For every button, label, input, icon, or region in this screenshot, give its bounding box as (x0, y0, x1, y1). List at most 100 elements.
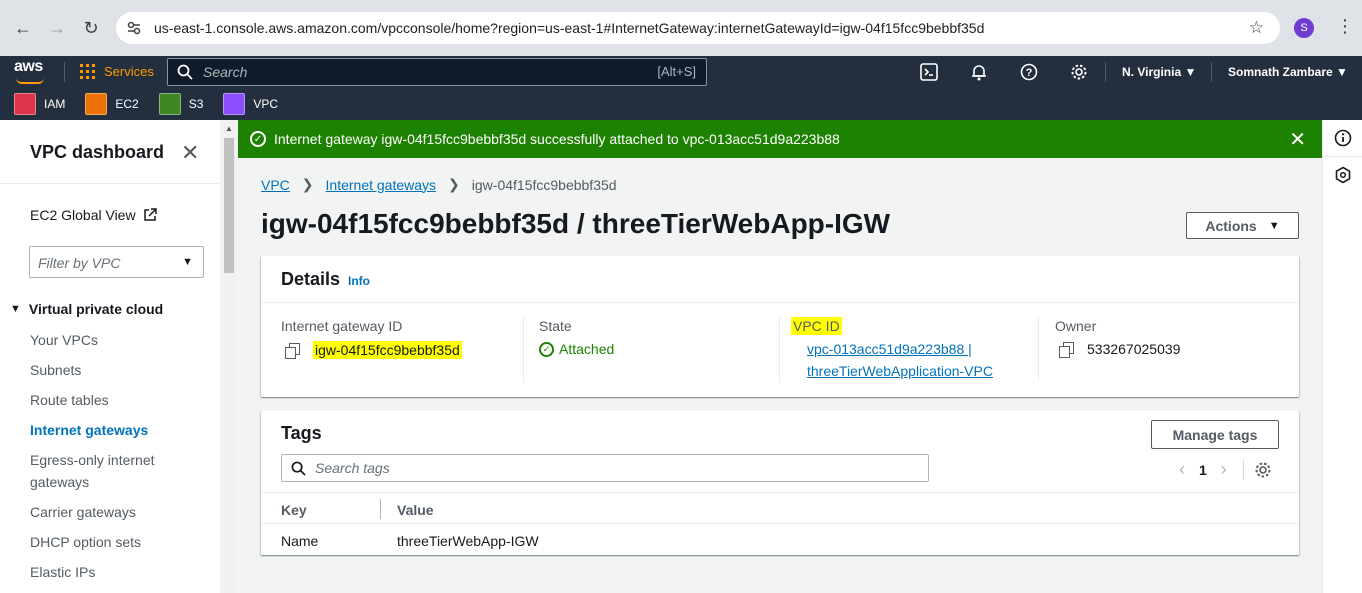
aws-smile-icon (16, 78, 44, 84)
cloudshell-icon[interactable] (919, 62, 939, 82)
page-title: igw-04f15fcc9bebbf35d / threeTierWebApp-… (261, 208, 891, 239)
aws-top-nav: aws Services Search [Alt+S] ? N. Virgini… (0, 56, 1362, 88)
back-icon[interactable]: ← (12, 17, 34, 39)
search-icon (177, 64, 193, 80)
vpc-id-link-line2[interactable]: threeTierWebApplication-VPC (807, 360, 993, 382)
details-panel: Details Info Internet gateway ID igw-04f… (261, 256, 1299, 397)
services-menu[interactable]: Services (80, 64, 154, 79)
sidebar-item-route-tables[interactable]: Route tables (30, 389, 109, 411)
column-resizer[interactable] (380, 499, 381, 519)
sidebar-title[interactable]: VPC dashboard (30, 142, 164, 163)
ec2-global-view-link[interactable]: EC2 Global View (30, 207, 158, 223)
column-header-key[interactable]: Key (281, 502, 307, 518)
nav-divider (64, 62, 65, 82)
s3-service-icon (158, 93, 181, 115)
ec2-service-icon (85, 93, 108, 115)
nav-divider (1211, 62, 1212, 82)
table-settings-icon[interactable] (1254, 461, 1272, 479)
sidebar-item-egress-only-internet-gateways[interactable]: Egress-only internet gateways (30, 449, 180, 493)
column-header-value[interactable]: Value (397, 502, 434, 518)
favorite-s3[interactable]: S3 (158, 93, 204, 115)
dismiss-icon[interactable]: ✕ (1289, 127, 1306, 152)
vpc-id-label-wrap: VPC ID (791, 317, 993, 335)
chevron-down-icon: ▼ (182, 256, 193, 268)
forward-icon[interactable]: → (46, 17, 68, 39)
favorite-vpc[interactable]: VPC (223, 93, 278, 115)
vpc-filter-select[interactable]: Filter by VPC ▼ (29, 246, 204, 278)
chevron-right-icon[interactable]: › (1221, 459, 1227, 480)
tags-panel: Tags Manage tags Search tags ‹ 1 › Key V… (261, 411, 1299, 555)
state-status: ✓ Attached (539, 341, 614, 357)
scrollbar-thumb[interactable] (224, 138, 234, 273)
profile-avatar[interactable]: S (1294, 18, 1314, 38)
column-divider (523, 316, 524, 382)
copy-icon[interactable] (1059, 342, 1074, 358)
chevron-down-icon: ▼ (1336, 65, 1348, 79)
tutorial-panel-icon[interactable] (1334, 166, 1352, 184)
aws-logo[interactable]: aws (14, 58, 44, 84)
state-field: State ✓ Attached (539, 318, 614, 357)
sidebar-item-subnets[interactable]: Subnets (30, 359, 81, 381)
favorites-bar: IAM EC2 S3 VPC (0, 88, 1362, 120)
scroll-up-icon[interactable]: ▲ (225, 124, 233, 133)
tags-table-header: Key Value (261, 492, 1299, 524)
bookmark-star-icon[interactable]: ☆ (1249, 18, 1264, 38)
site-info-icon[interactable] (124, 18, 144, 38)
address-bar[interactable]: us-east-1.console.aws.amazon.com/vpccons… (116, 12, 1280, 44)
chevron-down-icon: ▼ (1184, 65, 1197, 79)
search-tags-placeholder: Search tags (315, 460, 390, 476)
close-icon[interactable]: ✕ (181, 140, 199, 166)
tags-search-input[interactable]: Search tags (281, 454, 929, 482)
search-shortcut: [Alt+S] (657, 64, 696, 79)
notifications-icon[interactable] (969, 62, 989, 82)
breadcrumb-internet-gateways[interactable]: Internet gateways (326, 177, 437, 193)
copy-icon[interactable] (285, 343, 300, 359)
field-label: State (539, 318, 572, 334)
sidebar-item-internet-gateways[interactable]: Internet gateways (30, 419, 148, 441)
sidebar-item-elastic-ips[interactable]: Elastic IPs (30, 561, 95, 583)
chevron-right-icon: ❯ (301, 176, 314, 192)
browser-toolbar: ← → ↻ us-east-1.console.aws.amazon.com/v… (0, 0, 1362, 56)
help-icon[interactable]: ? (1019, 62, 1039, 82)
account-menu[interactable]: Somnath Zambare ▼ (1228, 65, 1348, 79)
console-search-input[interactable]: Search [Alt+S] (167, 58, 707, 86)
panel-divider (261, 302, 1299, 303)
sidebar-item-carrier-gateways[interactable]: Carrier gateways (30, 501, 136, 523)
favorite-iam[interactable]: IAM (14, 93, 65, 115)
region-selector[interactable]: N. Virginia ▼ (1122, 65, 1196, 79)
search-icon (291, 461, 306, 476)
vpc-id-link[interactable]: vpc-013acc51d9a223b88 | threeTierWebAppl… (791, 338, 993, 382)
current-page[interactable]: 1 (1199, 462, 1207, 478)
favorite-label: S3 (188, 97, 204, 111)
services-grid-icon (80, 64, 95, 79)
tag-value-cell: threeTierWebApp-IGW (397, 533, 539, 549)
external-link-icon (144, 208, 158, 221)
vpc-id-field: VPC ID vpc-013acc51d9a223b88 | threeTier… (791, 317, 993, 382)
sidebar-item-dhcp-option-sets[interactable]: DHCP option sets (30, 531, 141, 553)
sidebar-item-your-vpcs[interactable]: Your VPCs (30, 329, 98, 351)
chevron-right-icon: ❯ (448, 176, 460, 192)
igw-id-field: Internet gateway ID igw-04f15fcc9bebbf35… (281, 318, 462, 359)
browser-menu-icon[interactable]: ⋮ (1336, 16, 1354, 37)
breadcrumb-vpc[interactable]: VPC (261, 177, 290, 193)
vpc-sidebar: VPC dashboard ✕ EC2 Global View Filter b… (0, 120, 220, 593)
vpc-id-link-line1[interactable]: vpc-013acc51d9a223b88 | (807, 338, 993, 360)
main-content: ✓ Internet gateway igw-04f15fcc9bebbf35d… (238, 120, 1322, 593)
url-text[interactable]: us-east-1.console.aws.amazon.com/vpccons… (154, 20, 984, 36)
actions-button[interactable]: Actions ▼ (1186, 212, 1299, 239)
manage-tags-button[interactable]: Manage tags (1151, 420, 1279, 449)
settings-gear-icon[interactable] (1069, 62, 1089, 82)
breadcrumb-current: igw-04f15fcc9bebbf35d (471, 176, 617, 193)
favorite-label: EC2 (115, 97, 139, 111)
igw-id-value: igw-04f15fcc9bebbf35d (313, 341, 462, 359)
field-label: Internet gateway ID (281, 318, 403, 334)
svg-text:?: ? (1026, 67, 1033, 79)
info-panel-icon[interactable] (1334, 129, 1352, 147)
info-link[interactable]: Info (348, 274, 370, 288)
sidebar-scrollbar[interactable]: ▲ (222, 120, 236, 593)
reload-icon[interactable]: ↻ (80, 17, 102, 39)
chevron-left-icon[interactable]: ‹ (1179, 459, 1185, 480)
sidebar-section-virtual-private-cloud[interactable]: ▼ Virtual private cloud (10, 301, 163, 317)
favorite-ec2[interactable]: EC2 (85, 93, 139, 115)
column-divider (1038, 316, 1039, 382)
